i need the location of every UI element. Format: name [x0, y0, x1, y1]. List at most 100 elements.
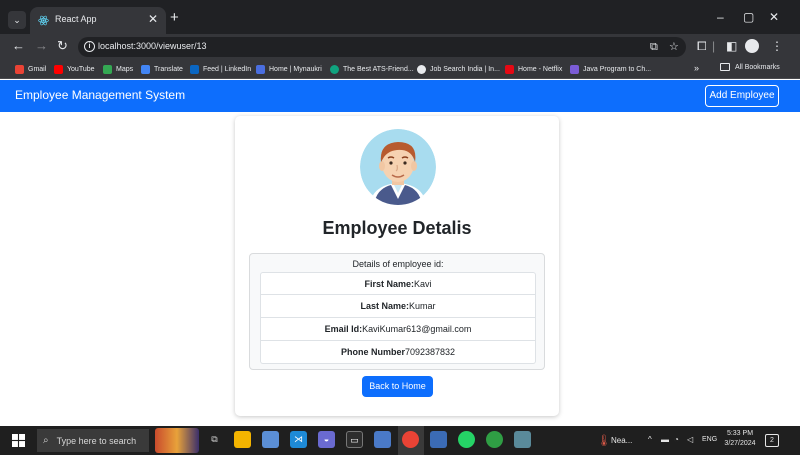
field-value: Kavi — [414, 279, 432, 289]
thermometer-icon: 🌡 — [597, 435, 611, 447]
install-app-icon[interactable]: ⧉ — [650, 40, 658, 54]
field-value: 7092387832 — [404, 347, 456, 357]
file-explorer-icon[interactable] — [234, 431, 251, 448]
bookmark-linkedin[interactable]: Feed | LinkedIn — [190, 63, 251, 76]
side-panel-icon[interactable]: ◧ — [726, 39, 737, 53]
all-bookmarks-button[interactable]: All Bookmarks — [720, 63, 780, 71]
list-item-last-name: Last Name:Kumar — [260, 295, 536, 318]
bookmark-maps[interactable]: Maps — [103, 63, 133, 76]
tab-close-icon[interactable]: ✕ — [148, 12, 158, 26]
browser-tab[interactable]: React App ✕ — [30, 7, 166, 34]
whatsapp-icon[interactable] — [458, 431, 475, 448]
app-navbar: Employee Management System Add Employee — [0, 80, 800, 112]
field-label: Email Id: — [324, 324, 363, 334]
minimize-button[interactable]: – — [717, 10, 724, 24]
list-item-phone: Phone Number7092387832 — [260, 341, 536, 364]
bookmark-chatgpt[interactable]: The Best ATS-Friend... — [330, 63, 414, 76]
search-icon: ⌕ — [43, 435, 49, 446]
chatgpt-icon — [330, 65, 339, 74]
maps-icon — [103, 65, 112, 74]
tab-title: React App — [55, 14, 97, 24]
tray-chevron-up-icon[interactable]: ^ — [648, 435, 652, 444]
forward-arrow-icon[interactable]: → — [35, 39, 48, 53]
taskbar-clock[interactable]: 5:33 PM 3/27/2024 — [722, 429, 758, 449]
wifi-icon[interactable]: ◔ — [674, 435, 679, 444]
translate-icon — [141, 65, 150, 74]
browser-tab-strip: ⌄ React App ✕ + – ▢ ✕ — [0, 0, 800, 34]
back-arrow-icon[interactable]: ← — [12, 39, 25, 53]
details-panel: Details of employee id: First Name:Kavi … — [249, 253, 545, 370]
close-window-button[interactable]: ✕ — [769, 10, 779, 24]
bookmarks-overflow-icon[interactable]: » — [694, 63, 699, 73]
taskbar-search-box[interactable]: ⌕ Type here to search — [37, 429, 149, 452]
navbar-brand[interactable]: Employee Management System — [15, 88, 185, 102]
app-icon[interactable] — [514, 431, 531, 448]
maximize-button[interactable]: ▢ — [743, 10, 754, 24]
field-label: Last Name: — [360, 301, 409, 311]
bookmark-translate[interactable]: Translate — [141, 63, 183, 76]
react-icon — [38, 15, 49, 26]
battery-icon[interactable]: ▬ — [661, 435, 669, 444]
list-item-first-name: First Name:Kavi — [260, 272, 536, 295]
field-value: Kumar — [409, 301, 436, 311]
reload-icon[interactable]: ↻ — [57, 39, 68, 53]
java-icon — [570, 65, 579, 74]
youtube-icon — [54, 65, 63, 74]
add-employee-button[interactable]: Add Employee — [705, 85, 779, 107]
clock-time: 5:33 PM — [726, 430, 754, 437]
notification-center-icon[interactable]: 2 — [765, 434, 779, 447]
bookmark-java-program[interactable]: Java Program to Ch... — [570, 63, 651, 76]
weather-text[interactable]: Nea... — [611, 436, 632, 445]
app-icon[interactable] — [374, 431, 391, 448]
details-header: Details of employee id: — [352, 259, 444, 269]
folder-icon — [720, 63, 730, 71]
bookmark-job-search[interactable]: Job Search India | In... — [417, 63, 500, 76]
app-icon[interactable] — [430, 431, 447, 448]
employee-details-card: Employee Detalis Details of employee id:… — [235, 116, 559, 416]
windows-taskbar: ⌕ Type here to search ⧉ ⋊ ◒ ▭ 🌡 Nea... ^… — [0, 426, 800, 455]
eclipse-icon[interactable]: ◒ — [318, 431, 335, 448]
card-title: Employee Detalis — [322, 218, 472, 238]
address-bar[interactable]: i localhost:3000/viewuser/13 ⧉ ☆ — [78, 37, 686, 57]
app-icon[interactable] — [486, 431, 503, 448]
url-text[interactable]: localhost:3000/viewuser/13 — [98, 41, 207, 51]
info-icon — [417, 65, 426, 74]
employee-avatar — [360, 129, 436, 205]
field-label: Phone Number — [340, 347, 405, 357]
extensions-icon[interactable]: ⧠ — [697, 39, 707, 53]
browser-toolbar: ← → ↻ i localhost:3000/viewuser/13 ⧉ ☆ ⧠… — [0, 34, 800, 60]
man-avatar-icon — [360, 129, 436, 205]
bookmark-mynaukri[interactable]: Home | Mynaukri — [256, 63, 322, 76]
clock-date: 3/27/2024 — [724, 440, 756, 447]
search-placeholder: Type here to search — [56, 435, 137, 446]
news-widget-icon[interactable] — [155, 428, 199, 453]
bookmarks-bar: Gmail YouTube Maps Translate Feed | Link… — [0, 60, 800, 79]
bookmark-youtube[interactable]: YouTube — [54, 63, 95, 76]
task-view-icon[interactable]: ⧉ — [206, 431, 223, 448]
vscode-icon[interactable]: ⋊ — [290, 431, 307, 448]
bookmark-netflix[interactable]: Home - Netflix — [505, 63, 562, 76]
chrome-icon[interactable] — [402, 431, 419, 448]
site-info-icon[interactable]: i — [84, 41, 95, 52]
language-indicator[interactable]: ENG — [702, 436, 717, 443]
details-list: First Name:Kavi Last Name:Kumar Email Id… — [260, 272, 536, 364]
field-label: First Name: — [364, 279, 414, 289]
mynaukri-icon — [256, 65, 265, 74]
back-to-home-button[interactable]: Back to Home — [362, 376, 433, 397]
app-icon[interactable] — [262, 431, 279, 448]
menu-kebab-icon[interactable]: ⋮ — [771, 39, 783, 53]
list-item-email: Email Id:KaviKumar613@gmail.com — [260, 318, 536, 341]
tab-search-button[interactable]: ⌄ — [8, 11, 26, 29]
field-value: KaviKumar613@gmail.com — [362, 324, 472, 334]
bookmark-gmail[interactable]: Gmail — [15, 63, 46, 76]
windows-start-icon[interactable] — [12, 434, 25, 447]
toolbar-divider: | — [712, 39, 716, 53]
gmail-icon — [15, 65, 24, 74]
terminal-icon[interactable]: ▭ — [346, 431, 363, 448]
linkedin-icon — [190, 65, 199, 74]
netflix-icon — [505, 65, 514, 74]
volume-icon[interactable]: ◁ — [687, 435, 693, 444]
bookmark-star-icon[interactable]: ☆ — [669, 40, 679, 54]
new-tab-button[interactable]: + — [170, 10, 179, 26]
profile-avatar-icon[interactable] — [745, 39, 759, 53]
